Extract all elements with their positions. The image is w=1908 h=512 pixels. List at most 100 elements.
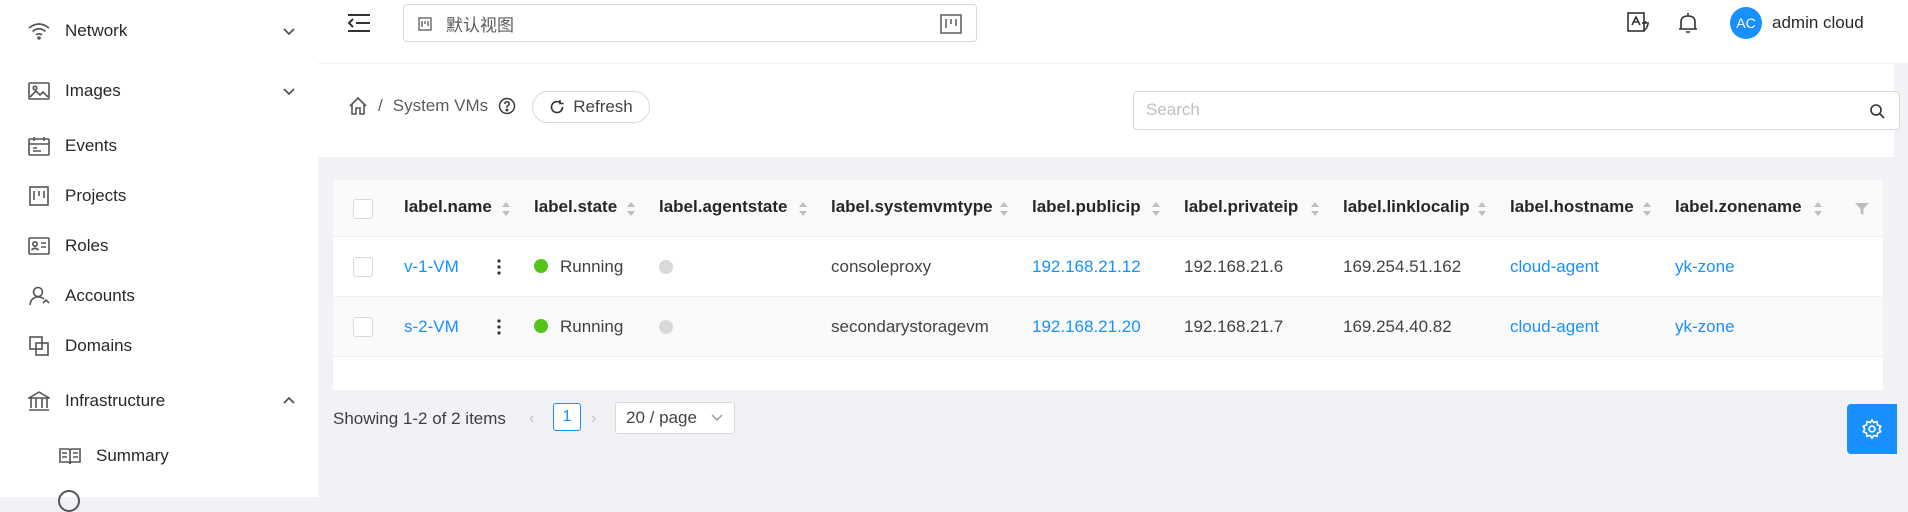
home-icon[interactable] [348, 96, 368, 116]
sidebar-item-label: Network [65, 21, 128, 40]
block-icon [27, 334, 51, 358]
zonename-link[interactable]: yk-zone [1675, 317, 1735, 337]
sidebar-item-summary[interactable]: Summary [0, 436, 318, 476]
column-header-name[interactable]: label.name [404, 197, 492, 217]
question-circle-icon[interactable] [498, 97, 516, 115]
more-icon[interactable] [497, 259, 501, 275]
publicip-link[interactable]: 192.168.21.20 [1032, 317, 1141, 337]
project-icon [27, 184, 51, 208]
vm-name-link[interactable]: s-2-VM [404, 317, 459, 337]
hostname-link[interactable]: cloud-agent [1510, 257, 1599, 277]
row-checkbox[interactable] [353, 317, 373, 337]
sidebar-item-label: Accounts [65, 286, 135, 305]
systemvmtype-cell: secondarystoragevm [831, 317, 989, 336]
sidebar-item-roles[interactable]: Roles [0, 226, 318, 266]
more-icon[interactable] [497, 319, 501, 335]
search-input[interactable] [1146, 100, 1846, 120]
privateip-cell: 192.168.21.6 [1184, 257, 1284, 276]
page-size-label: 20 / page [626, 408, 697, 427]
avatar[interactable]: AC [1730, 7, 1762, 39]
sidebar-item-projects[interactable]: Projects [0, 176, 318, 216]
top-header: 默认视图 AC admin cloud [318, 0, 1908, 64]
zonename-link[interactable]: yk-zone [1675, 257, 1735, 277]
agent-status-dot [659, 260, 673, 274]
column-header-state[interactable]: label.state [534, 197, 617, 217]
column-header-publicip[interactable]: label.publicip [1032, 197, 1141, 217]
prev-page-icon[interactable]: ‹ [529, 410, 534, 428]
read-icon [58, 444, 82, 468]
partial-menu-icon [58, 490, 80, 512]
next-page-icon[interactable]: › [591, 410, 596, 428]
bell-icon[interactable] [1675, 10, 1701, 36]
sidebar-item-events[interactable]: Events [0, 126, 318, 166]
sort-icon[interactable] [999, 201, 1009, 217]
state-label: Running [560, 317, 624, 336]
sort-icon[interactable] [798, 201, 808, 217]
refresh-button[interactable]: Refresh [532, 91, 650, 123]
sort-icon[interactable] [1813, 201, 1823, 217]
publicip-link[interactable]: 192.168.21.12 [1032, 257, 1141, 277]
sidebar-item-label: Events [65, 136, 117, 155]
sidebar-item-infrastructure[interactable]: Infrastructure [0, 381, 318, 421]
search-box [1133, 91, 1900, 130]
sort-icon[interactable] [1151, 201, 1161, 217]
sidebar: Network Images Events Projects Roles Acc… [0, 0, 318, 512]
search-icon[interactable] [1869, 103, 1885, 119]
table-header: label.name label.state label.agentstate … [333, 180, 1883, 237]
agentstate-cell [659, 258, 685, 278]
column-header-privateip[interactable]: label.privateip [1184, 197, 1298, 217]
column-header-linklocalip[interactable]: label.linklocalip [1343, 197, 1470, 217]
sort-icon[interactable] [501, 201, 511, 217]
chevron-up-icon [283, 396, 295, 404]
translate-icon[interactable] [1625, 10, 1651, 36]
idcard-icon [27, 234, 51, 258]
row-checkbox[interactable] [353, 257, 373, 277]
view-selector-label: 默认视图 [446, 15, 514, 35]
chevron-down-icon [711, 414, 723, 421]
sidebar-item-domains[interactable]: Domains [0, 326, 318, 366]
sort-icon[interactable] [1642, 201, 1652, 217]
gear-icon [1862, 418, 1882, 440]
chevron-down-icon [283, 88, 295, 96]
page-size-select[interactable]: 20 / page [615, 402, 735, 434]
view-selector[interactable]: 默认视图 [403, 4, 977, 42]
column-header-systemvmtype[interactable]: label.systemvmtype [831, 197, 993, 217]
page-number-button[interactable]: 1 [553, 403, 581, 431]
sidebar-item-label: Infrastructure [65, 391, 166, 410]
username[interactable]: admin cloud [1772, 13, 1864, 33]
user-icon [27, 284, 51, 308]
select-all-checkbox[interactable] [353, 199, 373, 219]
filter-icon[interactable] [1855, 202, 1869, 216]
refresh-label: Refresh [573, 97, 633, 116]
image-icon [27, 79, 51, 103]
settings-button[interactable] [1847, 404, 1897, 454]
sidebar-item-images[interactable]: Images [0, 71, 318, 111]
reload-icon [550, 100, 564, 114]
breadcrumb-separator: / [378, 96, 383, 115]
column-header-zonename[interactable]: label.zonename [1675, 197, 1802, 217]
wifi-icon [27, 19, 51, 43]
table-row: s-2-VM Running secondarystoragevm 192.16… [333, 297, 1883, 357]
sidebar-item-network[interactable]: Network [0, 11, 318, 51]
column-header-agentstate[interactable]: label.agentstate [659, 197, 788, 217]
linklocalip-cell: 169.254.40.82 [1343, 317, 1452, 336]
menu-fold-icon[interactable] [346, 10, 372, 36]
sidebar-item-accounts[interactable]: Accounts [0, 276, 318, 316]
state-label: Running [560, 257, 624, 276]
state-cell: Running [534, 317, 623, 337]
system-vms-table: label.name label.state label.agentstate … [333, 180, 1883, 390]
state-cell: Running [534, 257, 623, 277]
chevron-down-icon [283, 28, 295, 36]
column-header-hostname[interactable]: label.hostname [1510, 197, 1634, 217]
project-icon [418, 17, 432, 31]
vm-name-link[interactable]: v-1-VM [404, 257, 459, 277]
sidebar-item-label: Domains [65, 336, 133, 355]
systemvmtype-cell: consoleproxy [831, 257, 932, 276]
linklocalip-cell: 169.254.51.162 [1343, 257, 1462, 276]
sort-icon[interactable] [1310, 201, 1320, 217]
hostname-link[interactable]: cloud-agent [1510, 317, 1599, 337]
table-row: v-1-VM Running consoleproxy 192.168.21.1… [333, 237, 1883, 297]
sort-icon[interactable] [1477, 201, 1487, 217]
project-icon [940, 14, 962, 34]
sort-icon[interactable] [626, 201, 636, 217]
